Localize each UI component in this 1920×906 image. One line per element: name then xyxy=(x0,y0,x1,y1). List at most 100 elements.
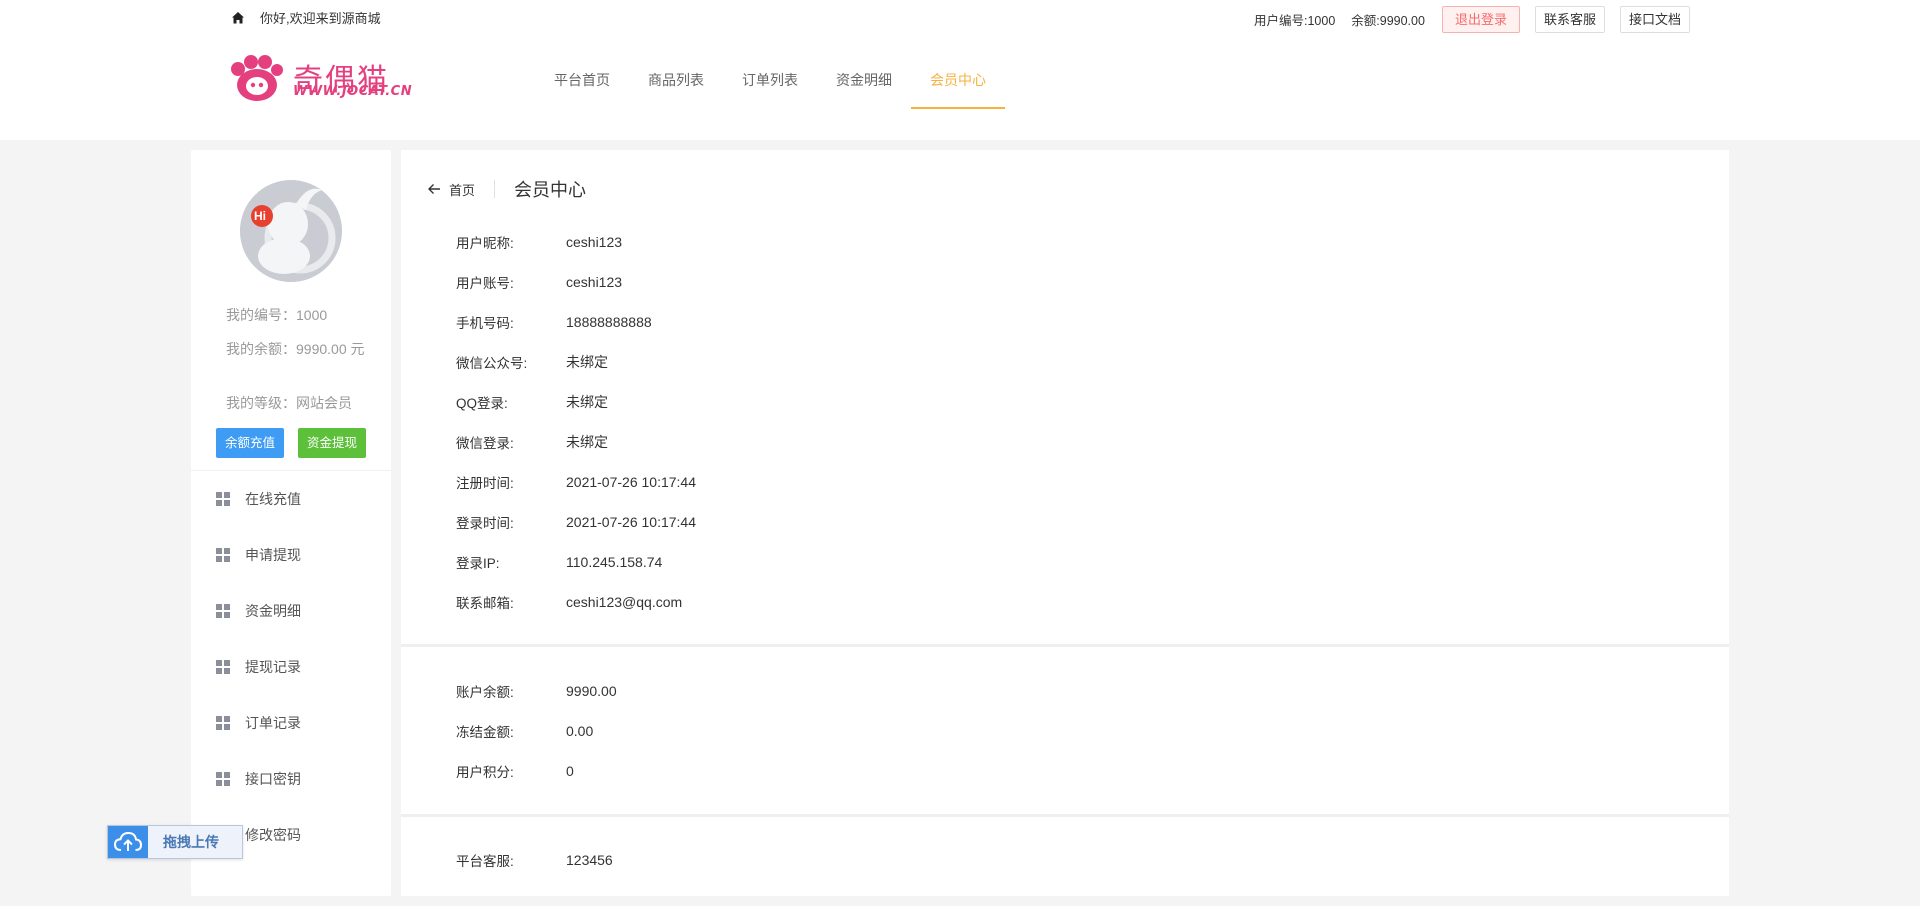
welcome-bar: 你好,欢迎来到源商城 xyxy=(230,8,381,27)
info-value: 2021-07-26 10:17:44 xyxy=(566,514,696,530)
sidebar-item-api-key[interactable]: 接口密钥 xyxy=(191,751,391,807)
info-value: 110.245.158.74 xyxy=(566,554,663,570)
info-row-wechat-official: 微信公众号: 未绑定 xyxy=(456,342,696,382)
sidebar-item-label: 接口密钥 xyxy=(245,771,301,787)
info-label: 联系邮箱: xyxy=(456,596,514,611)
sidebar-item-apply-withdraw[interactable]: 申请提现 xyxy=(191,527,391,583)
info-label: 用户昵称: xyxy=(456,236,514,251)
sidebar-item-label: 资金明细 xyxy=(245,603,301,619)
sidebar-item-fund-details[interactable]: 资金明细 xyxy=(191,583,391,639)
nav-member-center[interactable]: 会员中心 xyxy=(911,55,1005,109)
grid-icon xyxy=(216,716,230,730)
info-label: 微信登录: xyxy=(456,436,514,451)
user-number: 我的编号：1000 xyxy=(226,307,328,323)
welcome-text: 你好,欢迎来到源商城 xyxy=(260,11,381,26)
grid-icon xyxy=(216,772,230,786)
site-header: 你好,欢迎来到源商城 用户编号:1000 余额:9990.00 退出登录 联系客… xyxy=(0,0,1920,140)
info-label: 用户账号: xyxy=(456,276,514,291)
grid-icon xyxy=(216,660,230,674)
info-value: 0.00 xyxy=(566,723,594,739)
paw-logo-icon xyxy=(231,55,283,101)
sidebar-item-label: 提现记录 xyxy=(245,659,301,675)
account-info-list: 账户余额: 9990.00 冻结金额: 0.00 用户积分: 0 xyxy=(456,671,617,791)
info-value: 123456 xyxy=(566,852,613,868)
nav-products[interactable]: 商品列表 xyxy=(629,55,723,109)
info-label: 冻结金额: xyxy=(456,725,514,740)
info-label: 注册时间: xyxy=(456,476,514,491)
info-value: 9990.00 xyxy=(566,683,617,699)
info-row-phone: 手机号码: 18888888888 xyxy=(456,302,696,342)
grid-icon xyxy=(216,492,230,506)
user-balance: 我的余额：9990.00 元 xyxy=(226,341,365,357)
logo-url: WWW.JOCAT.CN xyxy=(293,84,413,99)
info-value: 未绑定 xyxy=(566,354,608,370)
info-row-account-balance: 账户余额: 9990.00 xyxy=(456,671,617,711)
back-home-label: 首页 xyxy=(449,182,476,198)
home-icon[interactable] xyxy=(230,10,246,26)
avatar[interactable]: Hi xyxy=(240,180,342,282)
info-row-login-time: 登录时间: 2021-07-26 10:17:44 xyxy=(456,502,696,542)
grid-icon xyxy=(216,604,230,618)
info-label: 登录时间: xyxy=(456,516,514,531)
sidebar-menu: 在线充值 申请提现 资金明细 提现记录 订单记录 接口密钥 修改密码 xyxy=(191,471,391,863)
logout-button[interactable]: 退出登录 xyxy=(1441,6,1520,33)
api-doc-button[interactable]: 接口文档 xyxy=(1619,6,1690,33)
info-value: ceshi123 xyxy=(566,274,623,290)
site-logo[interactable]: 奇偶猫 WWW.JOCAT.CN xyxy=(229,53,412,105)
breadcrumb: 首页 会员中心 xyxy=(427,176,586,202)
sidebar-item-label: 申请提现 xyxy=(245,547,301,563)
user-level: 我的等级：网站会员 xyxy=(226,395,352,411)
info-row-platform-service: 平台客服: 123456 xyxy=(456,840,613,880)
info-row-points: 用户积分: 0 xyxy=(456,751,617,791)
withdraw-button[interactable]: 资金提现 xyxy=(298,428,367,458)
sidebar-item-label: 修改密码 xyxy=(245,827,301,843)
section-divider xyxy=(401,644,1729,647)
member-center-panel: 首页 会员中心 用户昵称: ceshi123 用户账号: ceshi123 手机号码… xyxy=(401,150,1729,896)
nav-home[interactable]: 平台首页 xyxy=(535,55,629,109)
service-info-list: 平台客服: 123456 xyxy=(456,840,613,880)
account-bar: 用户编号:1000 余额:9990.00 退出登录 联系客服 接口文档 xyxy=(1254,6,1690,33)
info-label: 登录IP: xyxy=(456,556,500,571)
sidebar-item-withdraw-records[interactable]: 提现记录 xyxy=(191,639,391,695)
info-row-register-time: 注册时间: 2021-07-26 10:17:44 xyxy=(456,462,696,502)
breadcrumb-separator xyxy=(494,180,496,198)
info-value: 18888888888 xyxy=(566,314,652,330)
upload-label: 拖拽上传 xyxy=(163,834,219,850)
info-label: 账户余额: xyxy=(456,685,514,700)
info-value: 0 xyxy=(566,763,574,779)
recharge-button[interactable]: 余额充值 xyxy=(216,428,285,458)
back-home-link[interactable]: 首页 xyxy=(427,180,475,199)
cloud-upload-icon xyxy=(113,831,143,851)
sidebar-item-label: 订单记录 xyxy=(245,715,301,731)
info-value: 未绑定 xyxy=(566,394,608,410)
drag-upload-widget[interactable]: 拖拽上传 xyxy=(107,825,243,859)
sidebar-item-label: 在线充值 xyxy=(245,491,301,507)
section-divider xyxy=(401,814,1729,817)
avatar-hi-badge: Hi xyxy=(254,209,266,223)
contact-service-button[interactable]: 联系客服 xyxy=(1534,6,1605,33)
balance-text: 余额:9990.00 xyxy=(1351,14,1425,28)
info-label: 微信公众号: xyxy=(456,356,528,371)
info-row-wechat-login: 微信登录: 未绑定 xyxy=(456,422,696,462)
grid-icon xyxy=(216,548,230,562)
info-label: QQ登录: xyxy=(456,396,508,411)
info-label: 平台客服: xyxy=(456,854,514,869)
upload-icon-box xyxy=(108,826,148,858)
page-title: 会员中心 xyxy=(514,180,587,200)
info-row-qq-login: QQ登录: 未绑定 xyxy=(456,382,696,422)
info-row-frozen-amount: 冻结金额: 0.00 xyxy=(456,711,617,751)
sidebar-item-online-recharge[interactable]: 在线充值 xyxy=(191,471,391,527)
sidebar-item-order-records[interactable]: 订单记录 xyxy=(191,695,391,751)
nav-orders[interactable]: 订单列表 xyxy=(723,55,817,109)
info-row-nickname: 用户昵称: ceshi123 xyxy=(456,222,696,262)
info-row-account: 用户账号: ceshi123 xyxy=(456,262,696,302)
nav-funds[interactable]: 资金明细 xyxy=(817,55,911,109)
member-sidebar: Hi 我的编号：1000 我的余额：9990.00 元 我的等级：网站会员 余额… xyxy=(191,150,391,896)
main-nav: 平台首页 商品列表 订单列表 资金明细 会员中心 xyxy=(535,55,1005,109)
arrow-left-icon xyxy=(428,184,440,194)
info-row-email: 联系邮箱: ceshi123@qq.com xyxy=(456,582,696,622)
info-label: 用户积分: xyxy=(456,765,514,780)
profile-info-list: 用户昵称: ceshi123 用户账号: ceshi123 手机号码: 1888888… xyxy=(456,222,696,622)
user-id-text: 用户编号:1000 xyxy=(1254,14,1336,28)
avatar-image xyxy=(240,180,342,282)
